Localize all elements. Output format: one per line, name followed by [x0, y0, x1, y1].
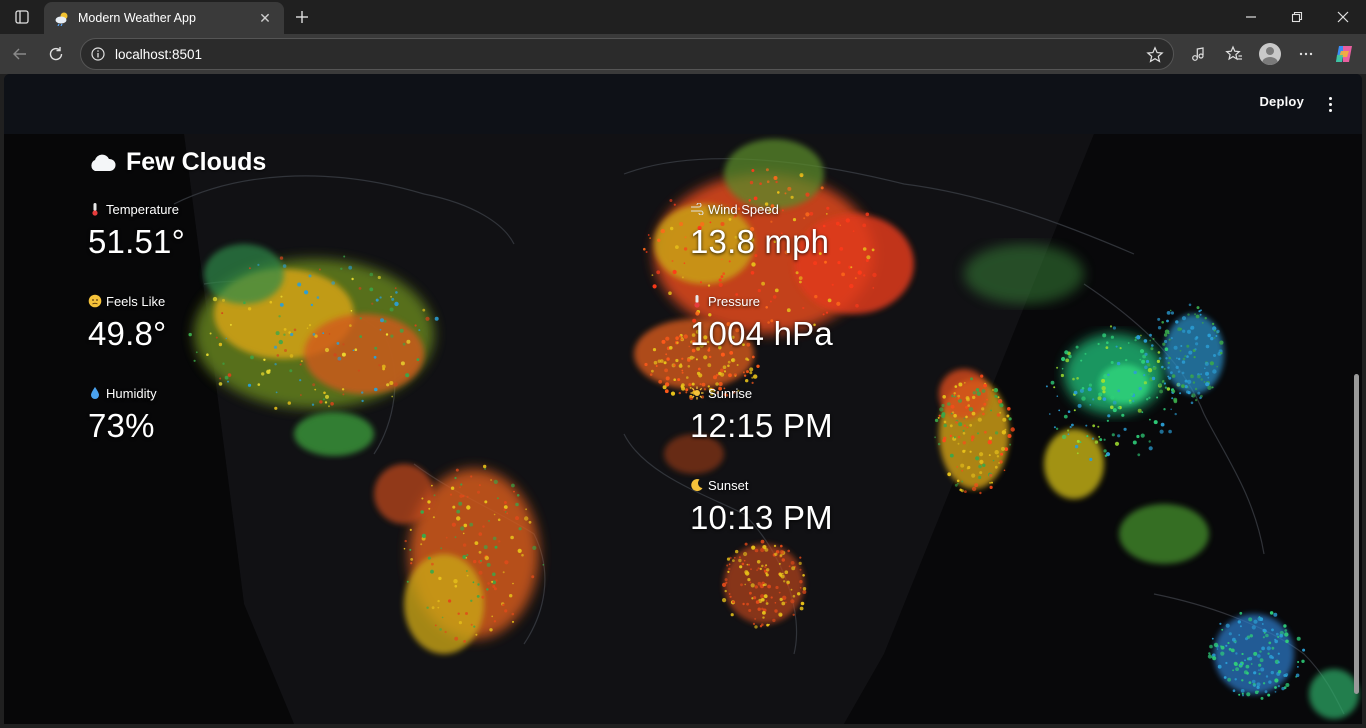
main-menu-icon[interactable] — [1322, 92, 1338, 116]
settings-more-button[interactable] — [1292, 40, 1320, 68]
metric-value: 51.51° — [88, 223, 185, 260]
favorites-icon — [1225, 45, 1242, 61]
plus-icon — [296, 11, 308, 23]
weather-panel: Few Clouds Temperature 51.51° Feels Like… — [4, 134, 1362, 724]
metric-value: 10:13 PM — [690, 499, 833, 536]
restore-button[interactable] — [1274, 0, 1320, 34]
droplet-icon — [88, 386, 102, 400]
page-viewport: Deploy Few Clouds Temperature 51.51° Fee… — [4, 74, 1362, 724]
favorites-button[interactable] — [1220, 40, 1248, 68]
address-bar[interactable]: localhost:8501 — [80, 38, 1174, 70]
tab-actions-button[interactable] — [8, 4, 36, 30]
sunset-metric: Sunset 10:13 PM — [690, 476, 833, 538]
metric-label: Sunset — [708, 477, 749, 493]
minimize-button[interactable] — [1228, 0, 1274, 34]
deploy-button[interactable]: Deploy — [1259, 94, 1304, 109]
site-info-icon[interactable] — [91, 47, 105, 61]
condition-text: Few Clouds — [126, 148, 267, 176]
pressure-metric: Pressure 1004 hPa — [690, 292, 833, 354]
metric-label: Pressure — [708, 293, 761, 309]
metric-label: Temperature — [106, 201, 179, 217]
cloud-icon — [88, 153, 116, 173]
condition-heading: Few Clouds — [88, 148, 266, 177]
browser-toolbar: localhost:8501 — [0, 34, 1366, 74]
refresh-button[interactable] — [42, 40, 70, 68]
feels-like-metric: Feels Like 49.8° — [88, 292, 166, 354]
page-scrollbar[interactable] — [1354, 374, 1359, 694]
avatar — [1259, 43, 1281, 65]
sun-icon — [690, 386, 704, 400]
close-window-button[interactable] — [1320, 0, 1366, 34]
tab-actions-icon — [15, 10, 29, 24]
metric-value: 12:15 PM — [690, 407, 833, 444]
back-arrow-icon — [13, 48, 26, 60]
thermometer-icon — [690, 294, 704, 308]
url-text[interactable]: localhost:8501 — [115, 47, 202, 62]
metric-label: Feels Like — [106, 293, 166, 309]
more-horizontal-icon — [1299, 52, 1313, 56]
weather-favicon-icon — [54, 10, 70, 26]
face-icon — [88, 294, 102, 308]
minimize-icon — [1246, 16, 1256, 18]
metric-label: Humidity — [106, 385, 157, 401]
copilot-icon — [1336, 46, 1352, 62]
back-button[interactable] — [6, 40, 34, 68]
sunrise-metric: Sunrise 12:15 PM — [690, 384, 833, 446]
metric-value: 13.8 mph — [690, 223, 830, 260]
wind-icon — [690, 202, 704, 216]
app-header: Deploy — [4, 74, 1362, 134]
tab-title: Modern Weather App — [78, 11, 196, 25]
humidity-metric: Humidity 73% — [88, 384, 157, 446]
browser-tab[interactable]: Modern Weather App ✕ — [44, 2, 284, 34]
music-note-icon — [1192, 47, 1204, 61]
restore-icon — [1291, 11, 1303, 23]
tab-close-icon[interactable]: ✕ — [256, 10, 274, 27]
metric-value: 1004 hPa — [690, 315, 833, 352]
new-tab-button[interactable] — [290, 4, 314, 30]
metric-value: 49.8° — [88, 315, 167, 352]
thermometer-icon — [88, 202, 102, 216]
read-aloud-button[interactable] — [1184, 40, 1212, 68]
temperature-metric: Temperature 51.51° — [88, 200, 185, 262]
browser-titlebar: Modern Weather App ✕ — [0, 0, 1366, 34]
metric-label: Wind Speed — [708, 201, 779, 217]
moon-icon — [690, 478, 704, 492]
close-icon — [1337, 11, 1349, 23]
profile-button[interactable] — [1256, 40, 1284, 68]
metric-value: 73% — [88, 407, 155, 444]
refresh-icon — [49, 47, 63, 61]
copilot-button[interactable] — [1330, 40, 1358, 68]
favorite-star-icon[interactable] — [1145, 45, 1165, 65]
metric-label: Sunrise — [708, 385, 753, 401]
wind-speed-metric: Wind Speed 13.8 mph — [690, 200, 829, 262]
